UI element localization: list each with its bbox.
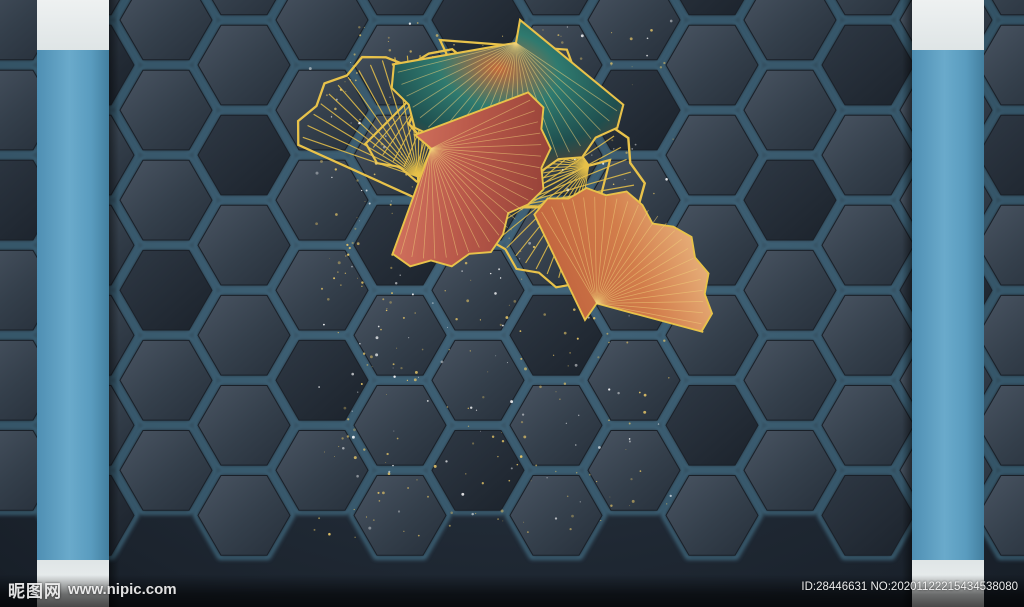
nipic-watermark: 昵图网 www.nipic.com (8, 576, 177, 602)
right-pillar (902, 0, 984, 607)
left-pillar (37, 0, 119, 607)
ginkgo-arrangement (296, 18, 714, 539)
artwork-canvas: 昵图网 www.nipic.com ID:28446631 NO:2020112… (0, 0, 1024, 607)
watermark-url: www.nipic.com (68, 580, 177, 598)
image-id-text: ID:28446631 NO:20201122215434538080 (801, 581, 1018, 593)
watermark-brand: 昵图网 (8, 581, 62, 602)
